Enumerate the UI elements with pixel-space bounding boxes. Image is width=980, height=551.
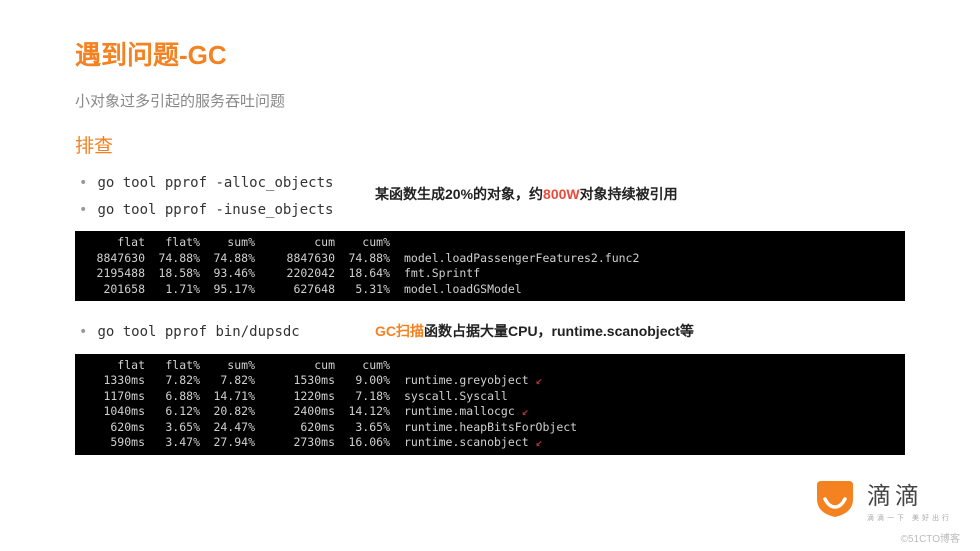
bullet-inuse: go tool pprof -inuse_objects bbox=[75, 197, 375, 224]
slide-subtitle: 小对象过多引起的服务吞吐问题 bbox=[75, 90, 905, 111]
annotation-2-suffix: 函数占据大量CPU，runtime.scanobject等 bbox=[424, 323, 694, 339]
logo-tagline: 滴滴一下 美好出行 bbox=[867, 513, 952, 523]
slide-title: 遇到问题-GC bbox=[75, 35, 905, 72]
bullet-alloc: go tool pprof -alloc_objects bbox=[75, 170, 375, 197]
terminal-table-1: flatflat%sum%cumcum%884763074.88%74.88%8… bbox=[75, 231, 905, 301]
slide-content: 遇到问题-GC 小对象过多引起的服务吞吐问题 排查 go tool pprof … bbox=[0, 0, 980, 455]
annotation-1-suffix: 对象持续被引用 bbox=[580, 186, 678, 202]
annotation-1-prefix: 某函数生成20%的对象，约 bbox=[375, 186, 543, 202]
didi-logo-icon bbox=[813, 481, 857, 519]
bullet-dupsdc: go tool pprof bin/dupsdc bbox=[75, 319, 375, 346]
logo-text: 滴滴 滴滴一下 美好出行 bbox=[867, 476, 952, 523]
terminal-table-2: flatflat%sum%cumcum%1330ms7.82%7.82%1530… bbox=[75, 354, 905, 455]
annotation-2-highlight: GC扫描 bbox=[375, 323, 424, 339]
bullet-row-2: go tool pprof bin/dupsdc GC扫描函数占据大量CPU，r… bbox=[75, 319, 905, 346]
logo-main-text: 滴滴 bbox=[867, 476, 952, 511]
bullet-row-1: go tool pprof -alloc_objects go tool ppr… bbox=[75, 170, 905, 223]
bullet-group-2: go tool pprof bin/dupsdc bbox=[75, 319, 375, 346]
section-title: 排查 bbox=[75, 131, 905, 158]
annotation-2: GC扫描函数占据大量CPU，runtime.scanobject等 bbox=[375, 319, 694, 341]
watermark: ©51CTO博客 bbox=[901, 530, 960, 545]
logo-area: 滴滴 滴滴一下 美好出行 bbox=[813, 476, 952, 523]
annotation-1-highlight: 800W bbox=[543, 186, 580, 202]
annotation-1: 某函数生成20%的对象，约800W对象持续被引用 bbox=[375, 170, 678, 204]
bullet-group-1: go tool pprof -alloc_objects go tool ppr… bbox=[75, 170, 375, 223]
